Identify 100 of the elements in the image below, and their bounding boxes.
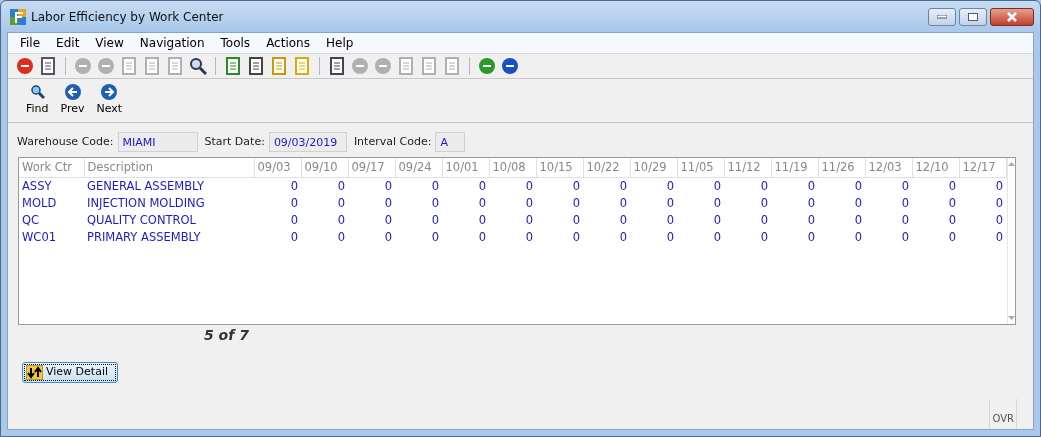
table-cell-text: 0	[571, 194, 581, 212]
close-button[interactable]	[990, 7, 1034, 26]
table-cell-text: 0	[900, 194, 910, 212]
table-cell: 0	[865, 177, 912, 195]
table-cell: 0	[630, 177, 677, 195]
table-cell-text: 0	[712, 212, 722, 229]
table-cell-text: 0	[477, 194, 487, 212]
right-arrow-icon	[101, 83, 118, 100]
table-cell: GENERAL ASSEMBLY	[84, 177, 254, 195]
record-counter: 5 of 7	[203, 327, 249, 343]
prev-button[interactable]: Prev	[56, 83, 89, 118]
menu-item[interactable]: Help	[317, 34, 362, 52]
maximize-icon	[968, 12, 978, 21]
table-cell-text: 0	[289, 229, 299, 247]
minimize-button[interactable]	[928, 7, 956, 26]
table-cell: 0	[677, 177, 724, 195]
table-cell-text: 0	[900, 229, 910, 247]
table-cell-text: 0	[336, 194, 346, 212]
table-cell-text: 0	[336, 229, 346, 247]
table-cell-text: 0	[618, 229, 628, 247]
table-cell-text: 0	[665, 229, 675, 247]
table-cell: 0	[254, 177, 301, 195]
table-cell-text: 0	[571, 212, 581, 229]
table-cell-text: 0	[524, 194, 534, 212]
notepad-icon[interactable]	[224, 57, 242, 75]
close-icon	[1006, 11, 1018, 22]
table-cell-text: 0	[900, 212, 910, 229]
table-cell-text: QUALITY CONTROL	[86, 212, 197, 229]
column-header[interactable]: 10/29	[630, 158, 677, 177]
scroll-down-icon[interactable]	[1007, 316, 1015, 320]
notepad-icon[interactable]	[293, 57, 311, 75]
table-cell-text: 0	[947, 212, 957, 229]
table-cell: 0	[818, 177, 865, 195]
input-field[interactable]: MIAMI	[117, 132, 198, 152]
column-header[interactable]: 11/12	[724, 158, 771, 177]
menu-item[interactable]: Edit	[48, 34, 88, 52]
column-header[interactable]: 09/17	[348, 158, 395, 177]
search-icon[interactable]	[189, 57, 207, 75]
table-cell: 0	[771, 177, 818, 195]
column-header[interactable]: 11/26	[818, 158, 865, 177]
table-cell-text: 0	[336, 212, 346, 229]
column-header[interactable]: 09/24	[395, 158, 442, 177]
table-cell-text: 0	[477, 212, 487, 229]
table-cell: 0	[301, 177, 348, 195]
table-cell-text: 0	[477, 229, 487, 247]
column-header[interactable]: 10/22	[583, 158, 630, 177]
menu-item[interactable]: Actions	[258, 34, 318, 52]
maximize-button[interactable]	[959, 7, 987, 26]
document-icon[interactable]	[270, 57, 288, 75]
table-cell-text: 0	[712, 229, 722, 247]
column-header[interactable]: 12/17	[959, 158, 1006, 177]
menu-item[interactable]: File	[12, 34, 49, 52]
table-cell-text: 0	[806, 212, 816, 229]
table-cell-text: 0	[383, 194, 393, 212]
scroll-up-icon[interactable]	[1007, 162, 1015, 166]
next-button[interactable]: Next	[92, 83, 127, 118]
table-cell-text: 0	[806, 194, 816, 212]
table-cell-text: 0	[571, 229, 581, 247]
column-header[interactable]: 10/15	[536, 158, 583, 177]
window-title: Labor Efficiency by Work Center	[31, 8, 224, 26]
table-cell-text: 0	[665, 194, 675, 212]
menu-item[interactable]: View	[87, 34, 132, 52]
up-down-arrows-icon	[26, 365, 43, 380]
column-header[interactable]: 12/10	[912, 158, 959, 177]
status-mode: OVR	[988, 399, 1017, 429]
table-cell-text: 0	[806, 229, 816, 247]
table-cell-text: 0	[383, 212, 393, 229]
column-header[interactable]: 10/01	[442, 158, 489, 177]
column-header[interactable]: 09/10	[301, 158, 348, 177]
column-header[interactable]: Work Ctr	[19, 158, 84, 177]
view-detail-button[interactable]: View Detail	[22, 362, 118, 383]
table-cell-text: 0	[947, 229, 957, 247]
column-header[interactable]: 11/19	[771, 158, 818, 177]
table-cell: 0	[442, 177, 489, 195]
column-header[interactable]: 12/03	[865, 158, 912, 177]
table-cell-text: 0	[430, 229, 440, 247]
table-cell-text: 0	[994, 212, 1004, 229]
table-cell: 0	[959, 177, 1006, 195]
table-cell: 0	[395, 177, 442, 195]
column-header[interactable]: 10/08	[489, 158, 536, 177]
menu-item[interactable]: Tools	[212, 34, 259, 52]
table-cell-text: 0	[712, 194, 722, 212]
table-cell-text: QC	[21, 212, 41, 229]
input-field[interactable]: A	[435, 132, 466, 152]
column-header[interactable]: Description	[84, 158, 254, 177]
table-cell-text: WC01	[21, 229, 58, 247]
table-cell: 0	[348, 177, 395, 195]
table-cell-text: INJECTION MOLDING	[86, 194, 206, 212]
column-header[interactable]: 11/05	[677, 158, 724, 177]
table-cell-text: 0	[947, 194, 957, 212]
field-label: Warehouse Code:	[17, 133, 114, 150]
find-button[interactable]: Find	[22, 83, 53, 118]
input-field[interactable]: 09/03/2019	[268, 132, 347, 152]
table-cell: ASSY	[19, 177, 84, 195]
table-cell-text: MOLD	[21, 194, 58, 212]
table-cell-text: 0	[759, 194, 769, 212]
table-cell-text: 0	[430, 212, 440, 229]
menu-item[interactable]: Navigation	[131, 34, 213, 52]
table-cell-text: 0	[618, 194, 628, 212]
column-header[interactable]: 09/03	[254, 158, 301, 177]
